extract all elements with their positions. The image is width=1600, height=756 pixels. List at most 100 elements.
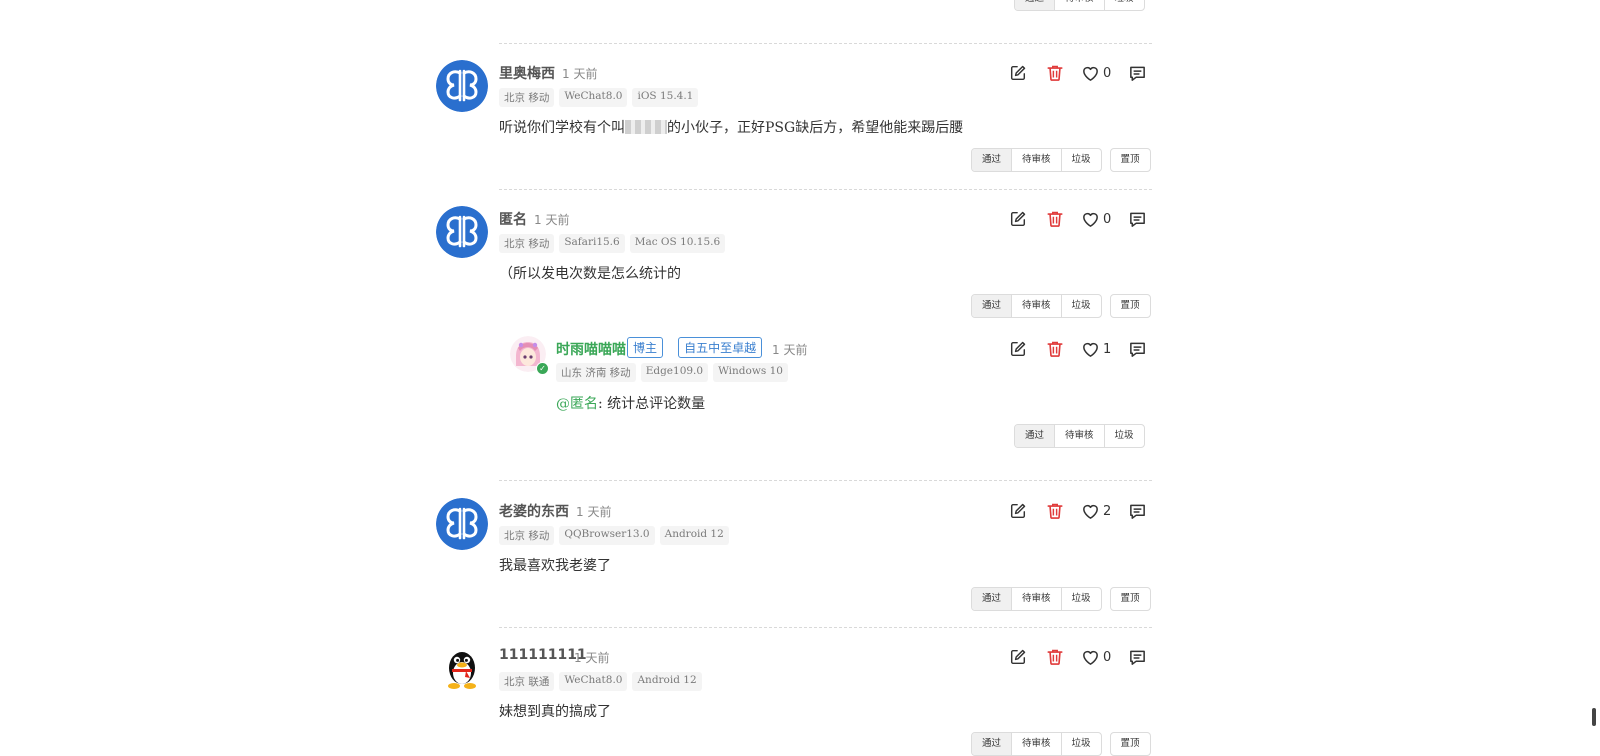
meta-browser: Edge109.0 <box>640 363 709 382</box>
like-count: 0 <box>1103 65 1112 81</box>
moderation-group: 通过 待审核 垃圾 <box>971 294 1102 318</box>
spam-button[interactable]: 垃圾 <box>1060 588 1101 610</box>
comment-content: 妹想到真的搞成了 <box>499 704 611 720</box>
comment-time: 1 天前 <box>574 651 610 665</box>
moderation-group: 通过 待审核 垃圾 <box>971 732 1102 756</box>
moderation-buttons: 通过 待审核 垃圾 <box>1014 424 1145 448</box>
like-count: 2 <box>1103 503 1112 519</box>
trash-icon[interactable] <box>1045 209 1065 229</box>
comment-icon[interactable] <box>1127 339 1147 359</box>
redacted-name <box>625 120 667 134</box>
author-tags: 博主 自五中至卓越 <box>627 337 763 358</box>
edit-icon[interactable] <box>1008 63 1028 83</box>
trash-icon[interactable] <box>1045 63 1065 83</box>
moderation-buttons: 通过 待审核 垃圾 置顶 <box>971 148 1151 172</box>
moderation-buttons: 通过 待审核 垃圾 置顶 <box>971 587 1151 611</box>
butterfly-avatar-icon <box>436 60 488 112</box>
like-button[interactable]: 0 <box>1081 648 1111 667</box>
avatar[interactable] <box>436 206 488 258</box>
edit-icon[interactable] <box>1008 501 1028 521</box>
avatar[interactable] <box>436 498 488 550</box>
comment-icon[interactable] <box>1127 209 1147 229</box>
edit-icon[interactable] <box>1008 339 1028 359</box>
edit-icon[interactable] <box>1008 647 1028 667</box>
edit-icon[interactable] <box>1008 209 1028 229</box>
comment-time: 1 天前 <box>562 67 598 81</box>
heart-icon <box>1081 210 1100 229</box>
meta-os: iOS 15.4.1 <box>632 88 699 107</box>
meta-os: Mac OS 10.15.6 <box>629 234 726 253</box>
comment-icon[interactable] <box>1127 501 1147 521</box>
separator <box>499 480 1152 481</box>
approve-button[interactable]: 通过 <box>972 733 1012 755</box>
trash-icon[interactable] <box>1045 339 1065 359</box>
spam-button[interactable]: 垃圾 <box>1060 295 1101 317</box>
pending-button[interactable]: 待审核 <box>1011 295 1061 317</box>
comment-actions: 0 <box>1008 63 1147 83</box>
moderation-group: 通过 待审核 垃圾 <box>1014 424 1145 448</box>
approve-button[interactable]: 通过 <box>972 588 1012 610</box>
meta-browser: Safari15.6 <box>559 234 625 253</box>
content-part: 听说你们学校有个叫 <box>499 120 625 136</box>
comment-time: 1 天前 <box>534 213 570 227</box>
meta-os: Android 12 <box>659 526 729 545</box>
comment-content: 我最喜欢我老婆了 <box>499 558 611 574</box>
moderation-buttons: 通过 待审核 垃圾 置顶 <box>971 294 1151 318</box>
pin-group: 置顶 <box>1109 587 1151 611</box>
approve-button[interactable]: 通过 <box>1015 0 1055 10</box>
meta-browser: WeChat8.0 <box>559 88 628 107</box>
scrollbar-thumb[interactable] <box>1592 708 1596 726</box>
spam-button[interactable]: 垃圾 <box>1060 149 1101 171</box>
moderation-group: 通过 待审核 垃圾 <box>1014 0 1145 11</box>
moderation-group: 通过 待审核 垃圾 <box>971 587 1102 611</box>
verified-badge-icon: ✓ <box>536 362 549 375</box>
trash-icon[interactable] <box>1045 501 1065 521</box>
avatar[interactable] <box>436 60 488 112</box>
spam-button[interactable]: 垃圾 <box>1060 733 1101 755</box>
pending-button[interactable]: 待审核 <box>1054 425 1104 447</box>
pin-button[interactable]: 置顶 <box>1111 295 1150 317</box>
comment-actions: 0 <box>1008 647 1147 667</box>
heart-icon <box>1081 648 1100 667</box>
comment-author[interactable]: 老婆的东西 <box>499 501 569 521</box>
meta-location: 山东 济南 移动 <box>556 363 636 382</box>
separator <box>499 43 1152 44</box>
reply-actions: 1 <box>1008 339 1147 359</box>
reply-content: @匿名: 统计总评论数量 <box>556 393 705 413</box>
pending-button[interactable]: 待审核 <box>1011 149 1061 171</box>
like-button[interactable]: 0 <box>1081 64 1111 83</box>
mention-link[interactable]: @匿名 <box>556 396 598 412</box>
pin-button[interactable]: 置顶 <box>1111 733 1150 755</box>
like-button[interactable]: 1 <box>1081 340 1111 359</box>
approve-button[interactable]: 通过 <box>972 149 1012 171</box>
pending-button[interactable]: 待审核 <box>1011 733 1061 755</box>
comment-author[interactable]: 里奥梅西 <box>499 63 555 83</box>
meta-location: 北京 移动 <box>499 234 555 253</box>
spam-button[interactable]: 垃圾 <box>1103 425 1144 447</box>
avatar[interactable] <box>436 644 488 696</box>
qq-penguin-avatar-icon <box>436 644 488 696</box>
pending-button[interactable]: 待审核 <box>1011 588 1061 610</box>
pending-button[interactable]: 待审核 <box>1054 0 1104 10</box>
spam-button[interactable]: 垃圾 <box>1103 0 1144 10</box>
pin-button[interactable]: 置顶 <box>1111 588 1150 610</box>
approve-button[interactable]: 通过 <box>1015 425 1055 447</box>
reply-author[interactable]: 时雨喵喵喵 <box>556 339 626 359</box>
comment-author[interactable]: 匿名 <box>499 209 527 229</box>
pin-group: 置顶 <box>1109 732 1151 756</box>
pin-button[interactable]: 置顶 <box>1111 149 1150 171</box>
trash-icon[interactable] <box>1045 647 1065 667</box>
content-part: : 统计总评论数量 <box>598 396 706 412</box>
comment-icon[interactable] <box>1127 647 1147 667</box>
moderation-group: 通过 待审核 垃圾 <box>971 148 1102 172</box>
meta-browser: QQBrowser13.0 <box>559 526 655 545</box>
like-count: 0 <box>1103 211 1112 227</box>
comment-icon[interactable] <box>1127 63 1147 83</box>
approve-button[interactable]: 通过 <box>972 295 1012 317</box>
butterfly-avatar-icon <box>436 206 488 258</box>
meta-location: 北京 移动 <box>499 88 555 107</box>
like-button[interactable]: 2 <box>1081 502 1111 521</box>
like-button[interactable]: 0 <box>1081 210 1111 229</box>
butterfly-avatar-icon <box>436 498 488 550</box>
comment-content: （所以发电次数是怎么统计的 <box>499 266 681 282</box>
